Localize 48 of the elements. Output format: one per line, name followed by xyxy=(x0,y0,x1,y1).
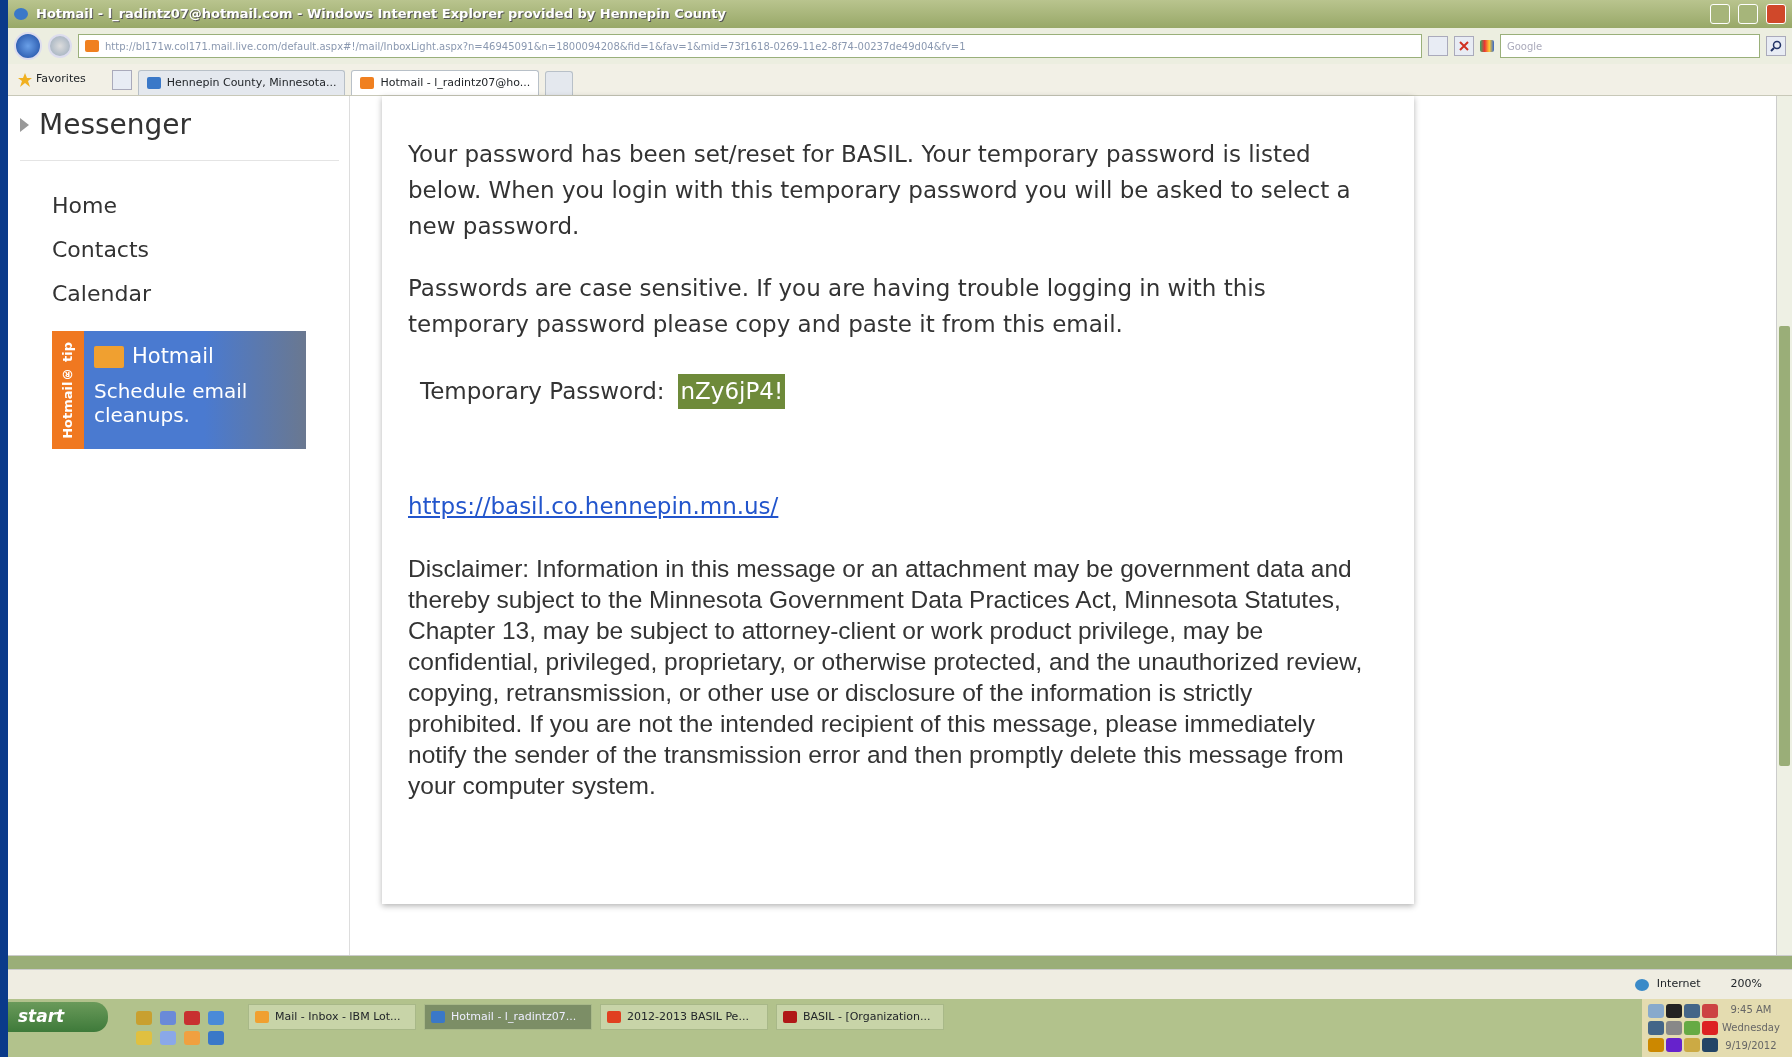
messenger-heading[interactable]: Messenger xyxy=(39,104,192,146)
ad-text: Schedule email cleanups. xyxy=(94,378,249,427)
sidebar-link[interactable]: Calendar xyxy=(52,279,349,309)
message-paragraph: Your password has been set/reset for BASIL. Your temporary password is listed below. When you login with this temporary password you will be asked to select a new password. xyxy=(408,140,1352,241)
sidebar-link[interactable]: Contacts xyxy=(52,235,349,265)
search-icon[interactable] xyxy=(1766,36,1786,56)
back-button[interactable] xyxy=(14,32,42,60)
horizontal-scrollbar[interactable] xyxy=(8,955,1792,969)
vertical-scrollbar[interactable] xyxy=(1776,96,1792,955)
password-value: nZy6jP4! xyxy=(678,374,786,409)
taskbar-button[interactable]: Mail - Inbox - IBM Lot... xyxy=(248,1004,416,1030)
feed-icon xyxy=(85,40,99,52)
favorites-button[interactable]: Favorites xyxy=(18,71,86,88)
tray-icons-drawing xyxy=(1648,1004,1716,1052)
zone-indicator: Internet xyxy=(1634,976,1701,993)
maximize-button[interactable] xyxy=(1738,4,1758,24)
ad-brand: Hotmail xyxy=(132,343,214,370)
browser-tab[interactable]: Hennepin County, Minnesota... xyxy=(137,69,346,95)
basil-link[interactable]: https://basil.co.hennepin.mn.us/ xyxy=(408,488,779,523)
start-button[interactable]: start xyxy=(8,1002,108,1032)
window-title: Hotmail - l_radintz07@hotmail.com - Windows Internet Explorer provided by Hennepin County xyxy=(36,5,728,24)
expand-arrow-icon[interactable] xyxy=(20,118,29,132)
envelope-icon xyxy=(94,345,124,368)
new-tab-button[interactable] xyxy=(545,71,574,95)
password-label: Temporary Password: xyxy=(420,377,665,406)
sidebar-link[interactable]: Home xyxy=(52,191,349,221)
search-field[interactable]: Google xyxy=(1500,34,1760,58)
star-icon xyxy=(18,72,32,87)
clock-time: 9:45 AM xyxy=(1729,1003,1773,1017)
message-paragraph: Passwords are case sensitive. If you are having trouble logging in with this temporary password please copy and paste it from this email. xyxy=(408,274,1267,339)
search-provider-icon xyxy=(1480,40,1494,52)
minimize-button[interactable] xyxy=(1710,4,1730,24)
browser-icon xyxy=(14,8,28,20)
close-button[interactable] xyxy=(1766,4,1786,24)
disclaimer-text: Disclaimer: Information in this message or an attachment may be government data and thereby subject to the Minnesota Government Data Practices Act, Minnesota Statutes, Chapter 13, may be subject to attorney-client or work product privilege, may be confidential, privileged, proprietary, or otherwise protected, and the unauthorized review, copying, retransmission, or other use or disclosure of the information is strictly prohibited. If you are not the intended recipient of this message, please immediately notify the sender of the transmission error and then promptly delete this message from your computer system. xyxy=(408,554,1364,801)
scroll-thumb[interactable] xyxy=(1779,326,1790,766)
zoom-button[interactable]: 200% xyxy=(1730,976,1762,993)
clock-date: 9/19/2012 xyxy=(1724,1039,1778,1053)
browser-tab[interactable]: Hotmail - l_radintz07@ho... xyxy=(351,69,540,95)
stop-icon[interactable] xyxy=(1454,36,1474,56)
taskbar-button[interactable]: BASIL - [Organization... xyxy=(776,1004,944,1030)
taskbar-button[interactable]: 2012-2013 BASIL Pe... xyxy=(600,1004,768,1030)
ad-side-label: Hotmail® tip xyxy=(59,341,77,439)
url-text: http://bl171w.col171.mail.live.com/default.aspx#!/mail/InboxLight.aspx?n=46945091&n=1800094208&fid=1&fav=1&mid=73f1618-0269-11e2-8f74-00237de49d04&fv=1 xyxy=(105,39,966,54)
clock-day: Wednesday xyxy=(1722,1019,1780,1037)
tab-icon xyxy=(146,76,161,89)
forward-button[interactable] xyxy=(48,34,72,58)
tab-icon xyxy=(360,76,375,89)
